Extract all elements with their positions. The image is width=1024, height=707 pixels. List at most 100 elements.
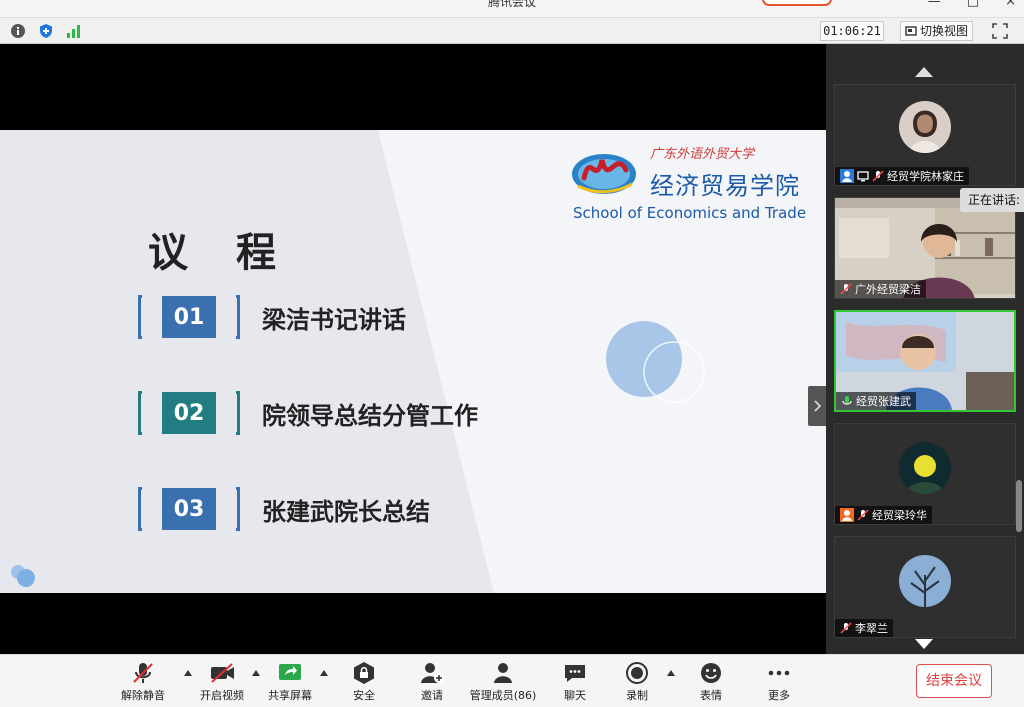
reactions-button[interactable]: 表情: [676, 661, 746, 705]
agenda-number: 02: [162, 392, 216, 434]
meeting-timer: 01:06:21: [820, 21, 884, 41]
gallery-scrollbar[interactable]: [1016, 480, 1022, 532]
bracket-left: [138, 487, 142, 531]
switch-view-label: 切换视图: [920, 24, 969, 38]
mic-muted-icon: [840, 622, 852, 634]
participant-tile-active[interactable]: 经贸张建武: [834, 310, 1016, 412]
college-name-en: School of Economics and Trade: [573, 204, 807, 222]
switch-view-button[interactable]: 切换视图: [900, 21, 974, 41]
participant-tile[interactable]: 广外经贸梁洁: [834, 197, 1016, 299]
college-logo: 广东外语外贸大学 经济贸易学院 School of Economics and …: [570, 138, 815, 222]
scroll-down-icon[interactable]: [914, 638, 934, 650]
invite-label: 邀请: [421, 689, 443, 702]
bracket-left: [138, 391, 142, 435]
bracket-left: [138, 295, 142, 339]
shared-screen-area: 广东外语外贸大学 经济贸易学院 School of Economics and …: [0, 44, 826, 654]
meeting-toolbar: 解除静音 开启视频 共享屏幕 安全 邀请 管理成员(86) 聊天 录制 表情 更…: [0, 654, 1024, 707]
record-button[interactable]: 录制: [602, 661, 672, 705]
share-screen-button[interactable]: 共享屏幕: [255, 661, 325, 705]
avatar: [899, 555, 951, 607]
start-video-label: 开启视频: [200, 689, 244, 702]
share-screen-icon: [279, 664, 301, 680]
title-bar: 腾讯会议 — □ ×: [0, 0, 1024, 18]
agenda-item-3: 03 张建武院长总结: [138, 487, 430, 531]
presentation-slide: 广东外语外贸大学 经济贸易学院 School of Economics and …: [0, 130, 826, 593]
maximize-icon[interactable]: □: [967, 0, 979, 9]
security-button[interactable]: 安全: [329, 661, 399, 705]
agenda-item-1: 01 梁洁书记讲话: [138, 295, 406, 339]
agenda-number: 03: [162, 488, 216, 530]
participant-name-tag: 经贸梁玲华: [835, 506, 932, 524]
security-icon: [354, 662, 374, 684]
caret-up-icon[interactable]: [319, 669, 329, 677]
chat-label: 聊天: [564, 689, 586, 702]
agenda-title: 议程: [148, 230, 324, 276]
manage-members-label: 管理成员(86): [469, 689, 537, 702]
participant-tile[interactable]: 经贸梁玲华: [834, 423, 1016, 525]
unmute-button[interactable]: 解除静音: [108, 661, 178, 705]
bracket-right: [236, 391, 240, 435]
shield-icon[interactable]: [38, 23, 54, 39]
more-button[interactable]: 更多: [744, 661, 814, 705]
speaking-indicator: 正在讲话:: [960, 188, 1024, 212]
participant-name-tag: 广外经贸梁洁: [835, 280, 926, 298]
participant-name: 广外经贸梁洁: [855, 283, 921, 296]
participant-gallery: 经贸学院林家庄 广外经贸梁洁 经贸张建武 经贸梁玲华 李翠兰: [826, 44, 1024, 654]
avatar: [899, 101, 951, 153]
unmute-label: 解除静音: [121, 689, 165, 702]
mic-muted-icon: [133, 663, 153, 683]
agenda-item-2: 02 院领导总结分管工作: [138, 391, 478, 435]
mic-muted-icon: [872, 170, 884, 182]
more-label: 更多: [768, 689, 790, 702]
university-name: 广东外语外贸大学: [650, 147, 755, 162]
agenda-text: 张建武院长总结: [262, 497, 430, 526]
more-icon: [768, 670, 790, 676]
members-icon: [494, 663, 512, 683]
participant-tile[interactable]: 经贸学院林家庄: [834, 84, 1016, 186]
caret-up-icon[interactable]: [666, 669, 676, 677]
bracket-right: [236, 487, 240, 531]
participant-name-tag: 李翠兰: [835, 619, 893, 637]
bracket-right: [236, 295, 240, 339]
avatar-photo-icon: [899, 442, 951, 494]
chat-button[interactable]: 聊天: [540, 661, 610, 705]
mic-active-icon: [842, 396, 852, 405]
participant-tile[interactable]: 李翠兰: [834, 536, 1016, 638]
avatar: [899, 442, 951, 494]
signal-icon[interactable]: [66, 23, 82, 39]
fullscreen-icon[interactable]: [992, 23, 1008, 39]
meeting-window: 腾讯会议 — □ × 01:06:21 切换视图 广东外语外贸大学 经济贸易学院…: [0, 0, 1024, 707]
avatar-photo-icon: [899, 101, 951, 153]
emoji-icon: [701, 663, 721, 683]
minimize-icon[interactable]: —: [928, 0, 941, 9]
end-meeting-button[interactable]: 结束会议: [916, 664, 992, 698]
chevron-right-icon: [814, 400, 822, 412]
agenda-text: 梁洁书记讲话: [262, 305, 406, 334]
reactions-label: 表情: [700, 689, 722, 702]
agenda-number: 01: [162, 296, 216, 338]
college-name-cn: 经济贸易学院: [650, 172, 800, 200]
window-controls: — □ ×: [928, 0, 1016, 9]
college-emblem-icon: [572, 154, 636, 194]
info-icon[interactable]: [10, 23, 26, 39]
user-icon: [840, 169, 854, 183]
meeting-info-bar: 01:06:21 切换视图: [0, 18, 1024, 44]
chat-icon: [565, 665, 585, 682]
participant-name: 李翠兰: [855, 622, 888, 635]
record-icon: [626, 662, 648, 684]
collapse-gallery-button[interactable]: [808, 386, 826, 426]
user-icon: [840, 508, 854, 522]
manage-members-button[interactable]: 管理成员(86): [465, 661, 541, 705]
participant-name-tag: 经贸学院林家庄: [835, 167, 969, 185]
start-video-button[interactable]: 开启视频: [187, 661, 257, 705]
participant-name: 经贸梁玲华: [872, 509, 927, 522]
window-title: 腾讯会议: [487, 0, 536, 9]
avatar-photo-icon: [899, 555, 951, 607]
participant-name: 经贸张建武: [856, 395, 911, 408]
invite-button[interactable]: 邀请: [397, 661, 467, 705]
scroll-up-icon[interactable]: [914, 66, 934, 78]
invite-icon: [421, 663, 444, 683]
mic-muted-icon: [840, 283, 852, 295]
mic-muted-icon: [857, 509, 869, 521]
close-icon[interactable]: ×: [1005, 0, 1016, 9]
